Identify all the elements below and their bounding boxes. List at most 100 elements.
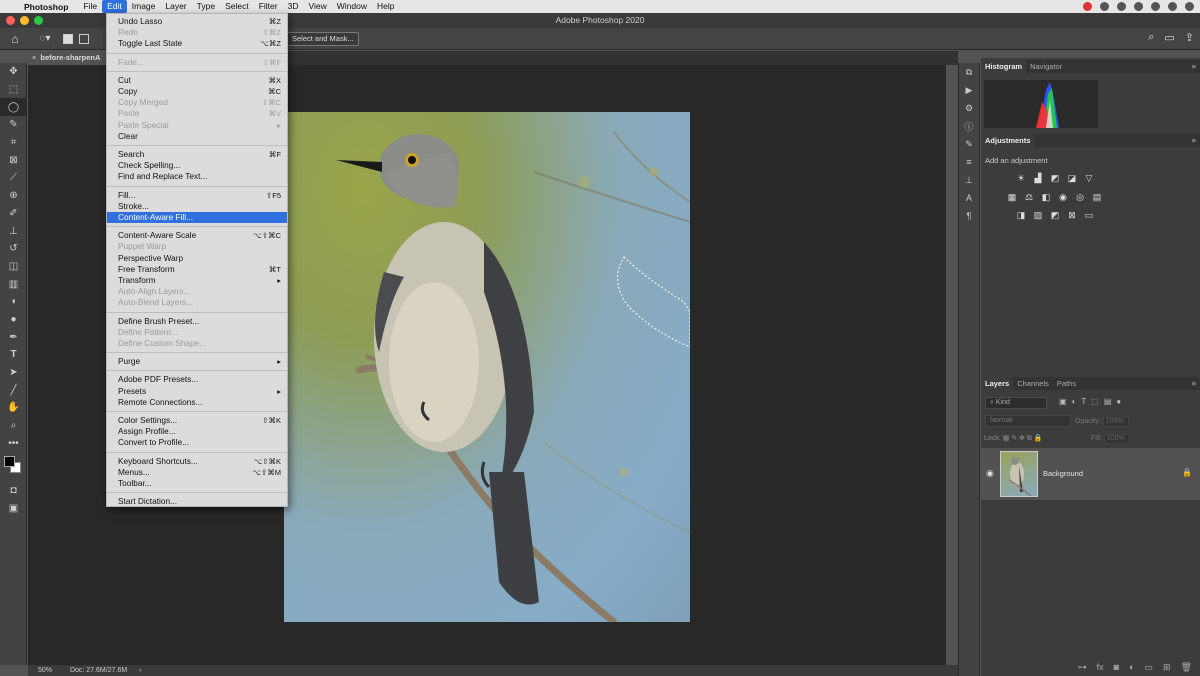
filter-adjustment-icon[interactable]: ◐ (1072, 397, 1077, 406)
brush-panel-icon[interactable]: ✎ (959, 135, 979, 153)
control-center-icon[interactable] (1185, 2, 1194, 11)
menu-select[interactable]: Select (220, 0, 254, 13)
healing-tool-icon[interactable]: ⊕ (0, 187, 27, 205)
line-tool-icon[interactable]: ╱ (0, 381, 27, 399)
menu-item-toolbar[interactable]: Toolbar... (107, 478, 287, 489)
wifi-icon[interactable] (1151, 2, 1160, 11)
cloud-icon[interactable] (1100, 2, 1109, 11)
menu-image[interactable]: Image (127, 0, 161, 13)
filter-smart-icon[interactable]: ▤ (1104, 397, 1112, 406)
properties-panel-icon[interactable]: ⚙ (959, 99, 979, 117)
blend-mode-select[interactable]: Normal (985, 415, 1071, 427)
zoom-window-icon[interactable] (34, 16, 43, 25)
menu-item-stroke[interactable]: Stroke... (107, 201, 287, 212)
menu-item-menus[interactable]: Menus... ⌥⇧⌘M (107, 467, 287, 478)
zoom-level[interactable]: 50% (38, 667, 52, 674)
filter-toggle-icon[interactable]: ● (1116, 397, 1121, 406)
tab-channels[interactable]: Channels (1013, 377, 1053, 390)
more-tools-icon[interactable]: ••• (0, 434, 27, 452)
menu-layer[interactable]: Layer (160, 0, 191, 13)
tab-paths[interactable]: Paths (1053, 377, 1080, 390)
screen-mode-icon[interactable]: ▣ (0, 500, 27, 518)
adjustments-menu-icon[interactable]: ≡ (1192, 136, 1196, 145)
type-tool-icon[interactable]: T (0, 346, 27, 364)
quick-mask-icon[interactable]: ◘ (0, 482, 27, 500)
close-tab-icon[interactable]: × (32, 53, 36, 62)
document-tab[interactable]: × before-sharpenA (28, 51, 106, 65)
menu-item-color-settings[interactable]: Color Settings... ⇧⌘K (107, 415, 287, 426)
fill-value[interactable]: 100% (1103, 434, 1130, 444)
tab-adjustments[interactable]: Adjustments (981, 134, 1035, 147)
menu-item-search[interactable]: Search ⌘F (107, 149, 287, 160)
invert-icon[interactable]: ◨ (1014, 209, 1028, 221)
lasso-tool-icon[interactable]: ◯ (0, 98, 27, 117)
tab-navigator[interactable]: Navigator (1026, 60, 1066, 73)
brightness-icon[interactable]: ☀ (1014, 172, 1028, 184)
menu-item-free-transform[interactable]: Free Transform ⌘T (107, 264, 287, 275)
opacity-control[interactable]: Opacity: 100% (1075, 417, 1129, 427)
menu-type[interactable]: Type (192, 0, 220, 13)
menu-item-convert-to-profile[interactable]: Convert to Profile... (107, 437, 287, 448)
menu-item-adobe-pdf-presets[interactable]: Adobe PDF Presets... (107, 374, 287, 385)
character-panel-icon[interactable]: A (959, 189, 979, 207)
menu-item-start-dictation[interactable]: Start Dictation... (107, 496, 287, 507)
menu-window[interactable]: Window (332, 0, 372, 13)
menu-item-undo-lasso[interactable]: Undo Lasso ⌘Z (107, 16, 287, 27)
channel-mixer-icon[interactable]: ◎ (1073, 191, 1087, 203)
minimize-window-icon[interactable] (20, 16, 29, 25)
app-menu[interactable]: Photoshop (24, 2, 68, 12)
menu-item-remote-connections[interactable]: Remote Connections... (107, 397, 287, 408)
menu-item-define-brush-preset[interactable]: Define Brush Preset... (107, 316, 287, 327)
share-icon[interactable]: ⇪ (1185, 31, 1194, 44)
close-window-icon[interactable] (6, 16, 15, 25)
stamp-tool-icon[interactable]: ⊥ (0, 222, 27, 240)
menu-item-keyboard-shortcuts[interactable]: Keyboard Shortcuts... ⌥⇧⌘K (107, 456, 287, 467)
menu-help[interactable]: Help (372, 0, 399, 13)
history-panel-icon[interactable]: ⧉ (959, 63, 979, 81)
layer-name[interactable]: Background (1043, 469, 1083, 478)
tab-histogram[interactable]: Histogram (981, 60, 1027, 73)
lock-icons[interactable]: ▦ ✎ ✥ ⧉ 🔒 (1003, 435, 1043, 442)
menu-item-transform[interactable]: Transform ▸ (107, 275, 287, 286)
filter-shape-icon[interactable]: ⬚ (1091, 397, 1099, 406)
lasso-preset-icon[interactable]: ◌▾ (30, 33, 60, 44)
menu-item-check-spelling[interactable]: Check Spelling... (107, 160, 287, 171)
posterize-icon[interactable]: ▨ (1031, 209, 1045, 221)
hue-saturation-icon[interactable]: ▦ (1005, 191, 1019, 203)
levels-icon[interactable]: ▟ (1031, 172, 1045, 184)
fx-icon[interactable]: fx (1097, 662, 1104, 672)
brush-tool-icon[interactable]: ✐ (0, 205, 27, 223)
exposure-icon[interactable]: ◪ (1065, 172, 1079, 184)
brush-settings-icon[interactable]: ≡ (959, 153, 979, 171)
gradient-tool-icon[interactable]: ▥ (0, 275, 27, 293)
blur-tool-icon[interactable]: ◖ (0, 293, 27, 311)
menu-item-toggle-last-state[interactable]: Toggle Last State ⌥⌘Z (107, 38, 287, 49)
panel-menu-icon[interactable]: ≡ (1192, 62, 1196, 71)
menu-item-clear[interactable]: Clear (107, 131, 287, 142)
layer-filter-kind[interactable]: ⌕ Kind (985, 397, 1047, 409)
threshold-icon[interactable]: ◩ (1048, 209, 1062, 221)
menu-item-assign-profile[interactable]: Assign Profile... (107, 426, 287, 437)
fill-control[interactable]: Fill: 100% (1091, 434, 1130, 444)
link-layers-icon[interactable]: ⊶ (1078, 662, 1087, 673)
filter-pixel-icon[interactable]: ▣ (1059, 397, 1067, 406)
black-white-icon[interactable]: ◧ (1039, 191, 1053, 203)
eraser-tool-icon[interactable]: ◫ (0, 258, 27, 276)
add-mask-icon[interactable]: ◙ (1114, 662, 1119, 672)
menu-item-purge[interactable]: Purge ▸ (107, 356, 287, 367)
record-icon[interactable] (1083, 2, 1092, 11)
frame-tool-icon[interactable]: ⊠ (0, 151, 27, 169)
pen-tool-icon[interactable]: ✒ (0, 328, 27, 346)
menu-file[interactable]: File (78, 0, 102, 13)
curves-icon[interactable]: ◩ (1048, 172, 1062, 184)
menu-item-cut[interactable]: Cut ⌘X (107, 75, 287, 86)
menu-view[interactable]: View (303, 0, 331, 13)
eyedropper-tool-icon[interactable]: ⟋ (0, 169, 27, 187)
gradient-map-icon[interactable]: ▭ (1082, 209, 1096, 221)
menu-item-content-aware-scale[interactable]: Content-Aware Scale ⌥⇧⌘C (107, 230, 287, 241)
sync-icon[interactable] (1117, 2, 1126, 11)
selective-color-icon[interactable]: ⊠ (1065, 209, 1079, 221)
photo-filter-icon[interactable]: ◉ (1056, 191, 1070, 203)
color-lookup-icon[interactable]: ▤ (1090, 191, 1104, 203)
spotlight-icon[interactable] (1168, 2, 1177, 11)
